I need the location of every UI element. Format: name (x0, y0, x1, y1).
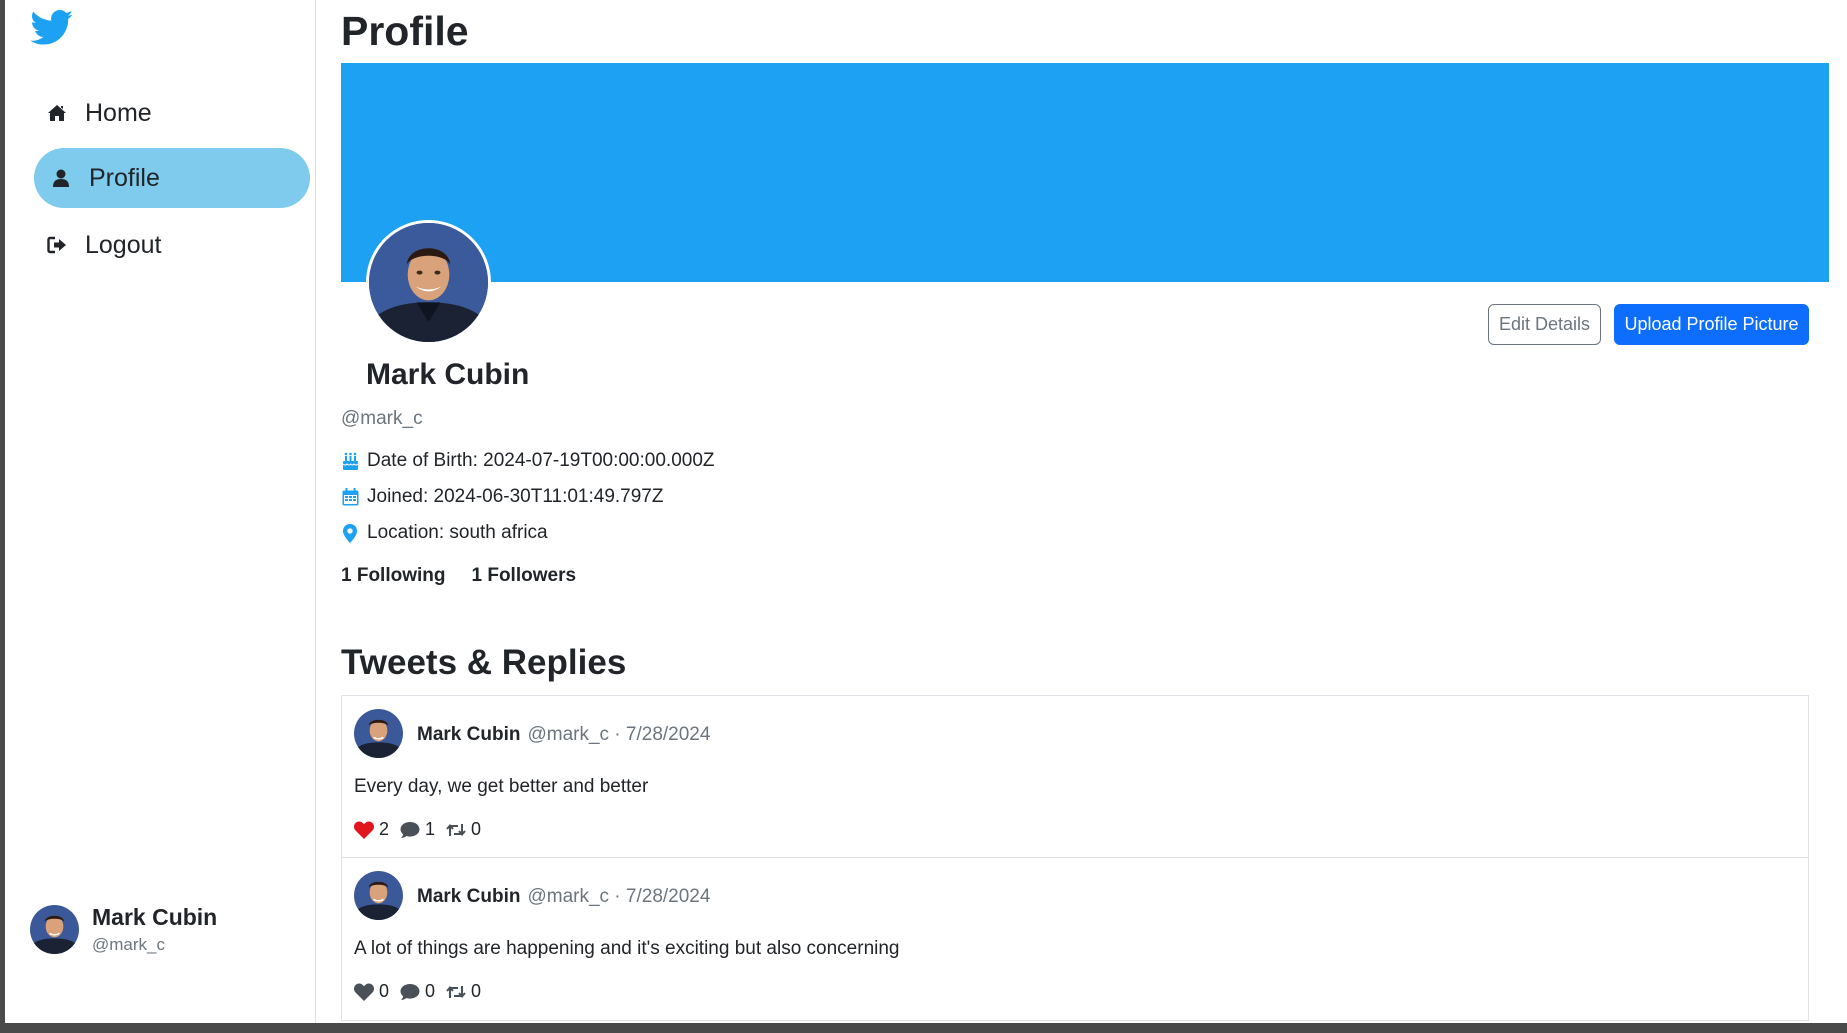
comment-icon (400, 983, 420, 1000)
retweet-button[interactable]: 0 (446, 819, 481, 840)
tweet-actions: 2 1 0 (354, 819, 492, 840)
like-button[interactable]: 2 (354, 819, 389, 840)
profile-banner (341, 63, 1829, 282)
profile-dob-text: Date of Birth: 2024-07-19T00:00:00.000Z (367, 450, 715, 471)
tweet-author-name[interactable]: Mark Cubin (417, 886, 520, 908)
profile-location: Location: south africa (341, 522, 548, 544)
avatar[interactable] (354, 709, 403, 758)
profile-avatar (366, 220, 491, 345)
retweet-icon (446, 823, 466, 836)
sidebar-item-logout[interactable]: Logout (34, 215, 310, 275)
tweet-text: Every day, we get better and better (354, 776, 649, 797)
twitter-bird-icon[interactable] (30, 10, 86, 54)
sidebar-item-home[interactable]: Home (34, 83, 310, 143)
birthday-cake-icon (341, 451, 359, 471)
edit-details-button[interactable]: Edit Details (1488, 304, 1601, 345)
comment-button[interactable]: 0 (400, 981, 435, 1002)
tweet-meta: @mark_c · 7/28/2024 (527, 886, 711, 907)
sidebar-user-handle: @mark_c (92, 935, 165, 954)
retweet-count: 0 (471, 981, 482, 1001)
comment-count: 1 (425, 819, 436, 839)
sidebar-user-name: Mark Cubin (92, 904, 218, 930)
profile-name: Mark Cubin (366, 358, 530, 391)
upload-profile-picture-button[interactable]: Upload Profile Picture (1614, 304, 1809, 345)
profile-location-text: Location: south africa (367, 522, 548, 543)
comment-button[interactable]: 1 (400, 819, 435, 840)
avatar (30, 905, 79, 954)
avatar[interactable] (354, 871, 403, 920)
heart-icon (354, 821, 374, 839)
retweet-count: 0 (471, 819, 482, 839)
sidebar-item-profile[interactable]: Profile (34, 148, 310, 208)
sidebar-item-label: Logout (85, 230, 162, 259)
sidebar-item-label: Home (85, 98, 152, 127)
user-icon (49, 166, 73, 190)
heart-icon (354, 983, 374, 1001)
followers-count[interactable]: 1 Followers (472, 565, 577, 587)
retweet-button[interactable]: 0 (446, 981, 481, 1002)
sidebar-user-card[interactable]: Mark Cubin @mark_c (30, 904, 217, 955)
tweet-actions: 0 0 0 (354, 981, 492, 1002)
tweet-text: A lot of things are happening and it's e… (354, 938, 900, 959)
like-button[interactable]: 0 (354, 981, 389, 1002)
home-icon (45, 101, 69, 125)
tweet-card[interactable]: Mark Cubin @mark_c · 7/28/2024 Every day… (341, 695, 1809, 858)
profile-joined: Joined: 2024-06-30T11:01:49.797Z (341, 486, 663, 508)
sidebar-item-label: Profile (89, 163, 160, 192)
like-count: 0 (379, 981, 390, 1001)
comment-count: 0 (425, 981, 436, 1001)
page-title: Profile (341, 8, 469, 54)
profile-dob: Date of Birth: 2024-07-19T00:00:00.000Z (341, 450, 715, 472)
follow-stats: 1 Following 1 Followers (341, 565, 602, 587)
tweet-list: Mark Cubin @mark_c · 7/28/2024 Every day… (341, 695, 1809, 1021)
comment-icon (400, 821, 420, 838)
profile-joined-text: Joined: 2024-06-30T11:01:49.797Z (367, 486, 664, 507)
tweet-author-name[interactable]: Mark Cubin (417, 724, 520, 746)
like-count: 2 (379, 819, 390, 839)
tweets-section-title: Tweets & Replies (341, 643, 627, 682)
sidebar: Home Profile Logout Mark Cubin @mark_c (5, 0, 316, 1023)
app-window: Home Profile Logout Mark Cubin @mark_c P… (5, 0, 1847, 1023)
tweet-meta: @mark_c · 7/28/2024 (527, 724, 711, 745)
retweet-icon (446, 985, 466, 998)
calendar-icon (341, 487, 359, 507)
tweet-card[interactable]: Mark Cubin @mark_c · 7/28/2024 A lot of … (341, 858, 1809, 1021)
location-pin-icon (341, 523, 359, 543)
following-count[interactable]: 1 Following (341, 565, 446, 587)
profile-main: Profile Edit Details Upload Profile Pict… (316, 0, 1847, 1023)
logout-icon (45, 233, 69, 257)
profile-handle: @mark_c (341, 408, 423, 429)
